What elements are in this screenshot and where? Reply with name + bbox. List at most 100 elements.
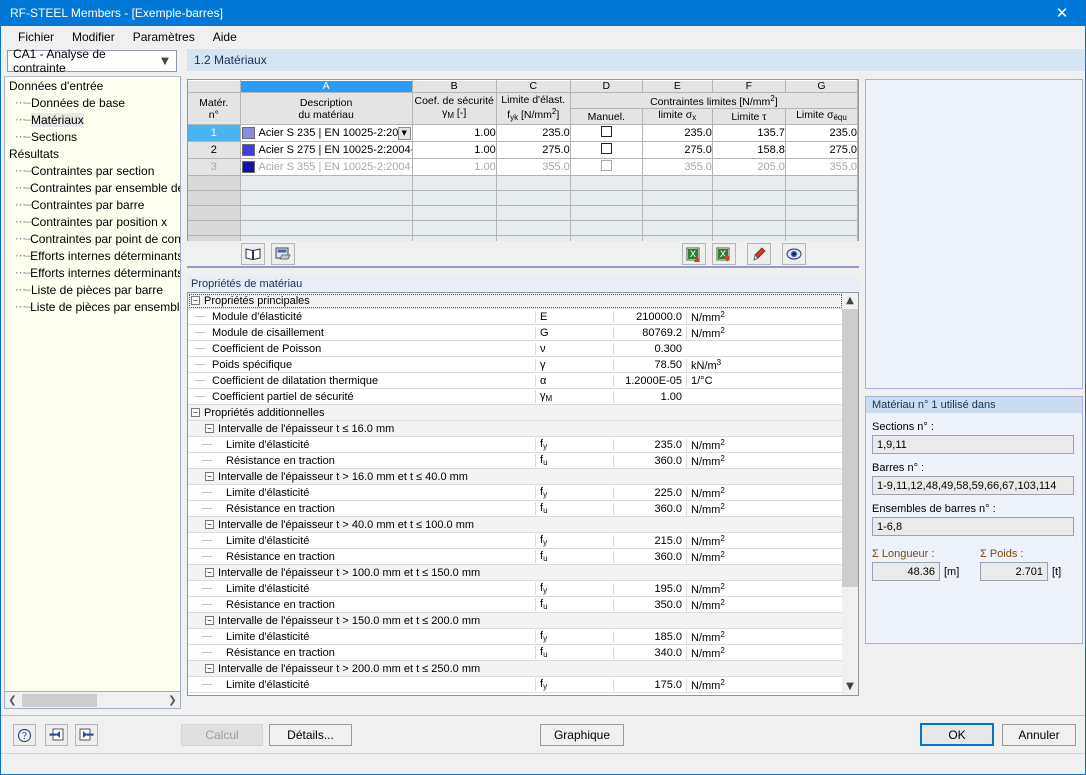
manual-checkbox[interactable] (600, 143, 612, 154)
empty-row[interactable] (188, 175, 858, 191)
property-value[interactable]: 360.0 (613, 502, 686, 515)
material-description-cell[interactable]: Acier S 275 | EN 10025-2:2004- (240, 141, 413, 159)
excel-export-icon[interactable]: X (712, 243, 736, 265)
property-row[interactable]: — Limite d'élasticité fy 225.0 N/mm2 (188, 485, 843, 501)
property-row[interactable]: — Module d'élasticité E 210000.0 N/mm2 (188, 309, 843, 325)
sigma-equ-cell[interactable]: 235.0 (785, 124, 858, 142)
member-sets-value[interactable]: 1-6,8 (872, 517, 1074, 536)
tau-cell[interactable]: 205.0 (712, 158, 786, 176)
property-value[interactable]: 225.0 (613, 486, 686, 499)
sidebar-item-9[interactable]: ⋯‒Contraintes par point de contrainte (5, 230, 180, 247)
menu-item-fichier[interactable]: Fichier (9, 28, 63, 46)
sidebar-item-4[interactable]: Résultats (5, 145, 180, 162)
grid-column-header-F[interactable]: F (712, 80, 786, 93)
table-row[interactable]: 1 Acier S 235 | EN 10025-2:2004 ▼ 1.00 235.0… (188, 124, 858, 142)
property-group-row[interactable]: − Propriétés additionnelles (188, 405, 843, 421)
material-description-cell[interactable]: Acier S 235 | EN 10025-2:2004 ▼ (240, 124, 413, 142)
material-import-icon[interactable] (271, 243, 295, 265)
property-group-row[interactable]: − Intervalle de l'épaisseur t > 200.0 mm … (188, 661, 843, 677)
property-row[interactable]: — Résistance en traction fu 340.0 N/mm2 (188, 645, 843, 661)
sigma-x-cell[interactable]: 235.0 (642, 124, 713, 142)
property-row[interactable]: — Poids spécifique γ 78.50 kN/m3 (188, 357, 843, 373)
sidebar-item-11[interactable]: ⋯‒Efforts internes déterminants par ense… (5, 264, 180, 281)
manual-checkbox[interactable] (600, 126, 612, 137)
table-row[interactable]: 3 Acier S 355 | EN 10025-2:2004- 1.00 355.0… (188, 158, 858, 176)
scroll-up-icon[interactable]: ▲ (842, 293, 858, 309)
sidebar-item-13[interactable]: ⋯‒Liste de pièces par ensemble de barres (5, 298, 180, 315)
sections-value[interactable]: 1,9,11 (872, 435, 1074, 454)
property-value[interactable]: 235.0 (613, 438, 686, 451)
menu-item-parametres[interactable]: Paramètres (124, 28, 204, 46)
sidebar-item-0[interactable]: Données d'entrée (5, 77, 180, 94)
property-value[interactable]: 78.50 (613, 358, 686, 371)
property-value[interactable]: 80769.2 (613, 326, 686, 339)
sigma-x-cell[interactable]: 355.0 (642, 158, 713, 176)
close-icon[interactable]: ✕ (1039, 0, 1085, 26)
visibility-icon[interactable] (782, 243, 806, 265)
property-group-row[interactable]: − Intervalle de l'épaisseur t ≤ 16.0 mm (188, 421, 843, 437)
property-row[interactable]: — Résistance en traction fu 350.0 N/mm2 (188, 597, 843, 613)
next-icon[interactable] (75, 724, 98, 746)
property-row[interactable]: — Résistance en traction fu 360.0 N/mm2 (188, 501, 843, 517)
sigma-equ-cell[interactable]: 275.0 (785, 141, 858, 159)
property-value[interactable]: 195.0 (613, 582, 686, 595)
menu-item-aide[interactable]: Aide (204, 28, 246, 46)
sidebar-item-10[interactable]: ⋯‒Efforts internes déterminants par barr… (5, 247, 180, 264)
collapse-icon[interactable]: − (205, 664, 214, 673)
tau-cell[interactable]: 158.8 (712, 141, 786, 159)
property-group-row[interactable]: − Intervalle de l'épaisseur t > 100.0 mm … (188, 565, 843, 581)
sidebar-item-5[interactable]: ⋯‒ Contraintes par section (5, 162, 180, 179)
property-value[interactable]: 215.0 (613, 534, 686, 547)
collapse-icon[interactable]: − (205, 616, 214, 625)
property-value[interactable]: 360.0 (613, 550, 686, 563)
safety-coef-cell[interactable]: 1.00 (412, 141, 497, 159)
sidebar-item-3[interactable]: ⋯‒ Sections (5, 128, 180, 145)
collapse-icon[interactable]: − (205, 568, 214, 577)
property-value[interactable]: 340.0 (613, 646, 686, 659)
details-button[interactable]: Détails... (269, 724, 352, 746)
property-value[interactable]: 360.0 (613, 454, 686, 467)
empty-row[interactable] (188, 205, 858, 221)
collapse-icon[interactable]: − (205, 520, 214, 529)
scroll-down-icon[interactable]: ▼ (842, 679, 858, 695)
property-row[interactable]: — Coefficient de Poisson ν 0.300 (188, 341, 843, 357)
sidebar-item-7[interactable]: ⋯‒ Contraintes par barre (5, 196, 180, 213)
property-row[interactable]: — Limite d'élasticité fy 235.0 N/mm2 (188, 437, 843, 453)
empty-row[interactable] (188, 190, 858, 206)
property-row[interactable]: — Limite d'élasticité fy 175.0 N/mm2 (188, 677, 843, 693)
sidebar-item-6[interactable]: ⋯‒Contraintes par ensemble de barres (5, 179, 180, 196)
collapse-icon[interactable]: − (191, 296, 200, 305)
grid-column-header-A[interactable]: A (240, 80, 413, 93)
scrollbar-thumb[interactable] (22, 693, 97, 707)
property-value[interactable]: 1.2000E-05 (613, 374, 686, 387)
material-library-icon[interactable] (241, 243, 265, 265)
property-group-row[interactable]: − Intervalle de l'épaisseur t > 16.0 mm e… (188, 469, 843, 485)
navigation-tree[interactable]: Données d'entrée ⋯‒ Données de base ⋯‒ Matér… (4, 76, 181, 692)
collapse-icon[interactable]: − (205, 472, 214, 481)
tree-horizontal-scrollbar[interactable]: ❮ ❯ (4, 692, 181, 709)
property-row[interactable]: — Coefficient partiel de sécurité γM 1.00 (188, 389, 843, 405)
collapse-icon[interactable]: − (191, 408, 200, 417)
pick-material-icon[interactable] (747, 243, 771, 265)
graphique-button[interactable]: Graphique (540, 724, 624, 746)
safety-coef-cell[interactable]: 1.00 (412, 158, 497, 176)
row-header-2[interactable]: 2 (188, 141, 241, 159)
grid-column-header-D[interactable]: D (570, 80, 643, 93)
material-description-cell[interactable]: Acier S 355 | EN 10025-2:2004- (240, 158, 413, 176)
property-row[interactable]: — Limite d'élasticité fy 215.0 N/mm2 (188, 533, 843, 549)
table-row[interactable]: 2 Acier S 275 | EN 10025-2:2004- 1.00 275.0… (188, 141, 858, 159)
material-dropdown-button[interactable]: ▼ (397, 126, 411, 140)
property-value[interactable]: 1.00 (613, 390, 686, 403)
manual-checkbox[interactable] (600, 160, 612, 171)
yield-limit-cell[interactable]: 275.0 (496, 141, 571, 159)
load-case-dropdown[interactable]: CA1 - Analyse de contrainte ▼ (7, 47, 177, 75)
manual-checkbox-cell[interactable] (570, 141, 643, 159)
sidebar-item-8[interactable]: ⋯‒ Contraintes par position x (5, 213, 180, 230)
scrollbar-thumb[interactable] (842, 309, 858, 587)
scroll-left-icon[interactable]: ❮ (5, 695, 20, 706)
property-group-row[interactable]: − Intervalle de l'épaisseur t > 40.0 mm e… (188, 517, 843, 533)
sidebar-item-2[interactable]: ⋯‒ Matériaux (5, 111, 180, 128)
calcul-button[interactable]: Calcul (181, 724, 263, 746)
manual-checkbox-cell[interactable] (570, 124, 643, 142)
cancel-button[interactable]: Annuler (1002, 724, 1076, 746)
